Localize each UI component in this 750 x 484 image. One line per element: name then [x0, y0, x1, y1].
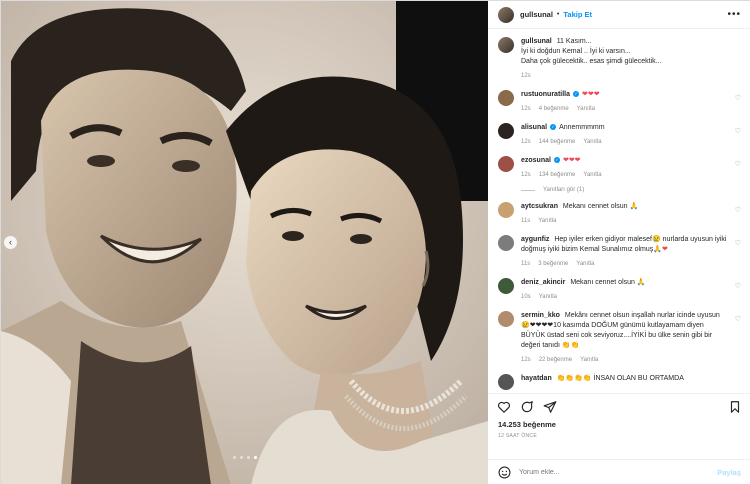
comment-item: aygunfiz Hep iyiler erken gidiyor malese…: [498, 235, 741, 269]
comment-time: 11s: [521, 261, 531, 267]
reply-button[interactable]: Yanıtla: [538, 216, 556, 226]
avatar[interactable]: [498, 202, 514, 218]
share-icon[interactable]: [543, 400, 557, 414]
carousel-dot: [240, 456, 243, 459]
caption-time: 12s: [521, 73, 531, 79]
carousel-dot-active: [254, 456, 257, 459]
avatar[interactable]: [498, 37, 514, 53]
comment-input[interactable]: [519, 469, 718, 476]
action-bar: [488, 394, 750, 414]
comment-time: 12s: [521, 139, 531, 145]
comment-hearts: ❤: [661, 246, 668, 253]
add-comment-bar: Paylaş: [488, 459, 750, 484]
avatar[interactable]: [498, 123, 514, 139]
comment-text: Hep iyiler erken gidiyor malesef😢 nurlar…: [521, 236, 727, 253]
comment-time: 12s: [521, 172, 531, 178]
comment-item: ezosunal ✓ ❤❤❤ 12s 134 beğenme Yanıtla ♡: [498, 156, 741, 180]
comment-username[interactable]: hayatdan: [521, 375, 552, 382]
heart-icon[interactable]: ♡: [735, 239, 741, 247]
avatar[interactable]: [498, 311, 514, 327]
comment-likes[interactable]: 3 beğenme: [538, 259, 568, 269]
heart-icon[interactable]: [497, 400, 511, 414]
comment-likes[interactable]: 144 beğenme: [539, 137, 576, 147]
comment-likes[interactable]: 134 beğenme: [539, 170, 576, 180]
likes-count[interactable]: 14.253 beğenme: [488, 414, 750, 429]
post-side-panel: gullsunal • Takip Et ••• gullsunal 11 Ka…: [488, 1, 750, 484]
avatar[interactable]: [498, 6, 514, 23]
more-options-icon[interactable]: •••: [727, 9, 741, 20]
separator: •: [556, 11, 560, 18]
comment-username[interactable]: aytcsukran: [521, 203, 558, 210]
comment-username[interactable]: ezosunal: [521, 157, 551, 164]
comment-item: sermin_kko Mekânı cennet olsun inşallah …: [498, 311, 741, 365]
emoji-icon[interactable]: [498, 466, 511, 479]
verified-badge-icon: ✓: [553, 157, 560, 164]
heart-icon[interactable]: ♡: [735, 282, 741, 290]
post-timestamp: 12 SAAT ÖNCE: [498, 433, 537, 439]
post-actions: 14.253 beğenme 12 SAAT ÖNCE Paylaş: [488, 393, 750, 484]
comments-list[interactable]: gullsunal 11 Kasım... İyi ki doğdun Kema…: [488, 29, 750, 391]
author-username[interactable]: gullsunal: [520, 10, 553, 19]
comment-username[interactable]: sermin_kko: [521, 312, 560, 319]
comment-icon[interactable]: [520, 400, 534, 414]
comment-time: 11s: [521, 218, 531, 224]
heart-icon[interactable]: ♡: [735, 206, 741, 214]
comment-item: aytcsukran Mekanı cennet olsun 🙏 11s Yan…: [498, 202, 741, 226]
comment-username[interactable]: alisunal: [521, 124, 547, 131]
heart-icon[interactable]: ♡: [735, 315, 741, 323]
comment-username[interactable]: aygunfiz: [521, 236, 549, 243]
post-comment-button[interactable]: Paylaş: [717, 468, 741, 477]
view-replies-button[interactable]: Yanıtları gör (1): [521, 187, 741, 193]
save-icon[interactable]: [728, 400, 742, 414]
avatar[interactable]: [498, 90, 514, 106]
comment-likes[interactable]: 4 beğenme: [539, 104, 569, 114]
post-dialog: ‹ gullsunal • Takip Et ••• gullsunal 11 …: [0, 0, 750, 484]
view-replies-label: Yanıtları gör (1): [543, 187, 585, 193]
caption: gullsunal 11 Kasım... İyi ki doğdun Kema…: [498, 37, 741, 81]
caption-username[interactable]: gullsunal: [521, 38, 552, 45]
divider: [521, 189, 535, 191]
comment-time: 12s: [521, 357, 531, 363]
comment-item: deniz_akincir Mekanı cennet olsun 🙏 10s …: [498, 278, 741, 302]
heart-icon[interactable]: ♡: [735, 160, 741, 168]
carousel-dot: [233, 456, 236, 459]
comment-item: hayatdan 👏👏👏👏 İNSAN OLAN BU ORTAMDA: [498, 374, 741, 390]
reply-button[interactable]: Yanıtla: [583, 170, 601, 180]
heart-icon[interactable]: ♡: [735, 94, 741, 102]
avatar[interactable]: [498, 235, 514, 251]
avatar[interactable]: [498, 374, 514, 390]
chevron-left-icon[interactable]: ‹: [4, 236, 17, 249]
verified-badge-icon: ✓: [550, 124, 557, 131]
avatar[interactable]: [498, 156, 514, 172]
comment-username[interactable]: rustuonuratilla: [521, 91, 570, 98]
comment-username[interactable]: deniz_akincir: [521, 279, 565, 286]
sepia-photo-image: [1, 1, 488, 484]
comment-item: alisunal ✓ Annemmmmm 12s 144 beğenme Yanıt…: [498, 123, 741, 147]
heart-icon[interactable]: ♡: [735, 127, 741, 135]
comment-time: 10s: [521, 294, 531, 300]
reply-button[interactable]: Yanıtla: [583, 137, 601, 147]
carousel-indicator: [233, 456, 257, 459]
post-photo: ‹: [1, 1, 488, 484]
comment-text: Annemmmmm: [559, 124, 605, 131]
verified-badge-icon: ✓: [573, 91, 580, 98]
avatar[interactable]: [498, 278, 514, 294]
comment-hearts: ❤❤❤: [582, 91, 600, 98]
comment-text: Mekanı cennet olsun 🙏: [562, 203, 639, 210]
reply-button[interactable]: Yanıtla: [580, 355, 598, 365]
post-header: gullsunal • Takip Et •••: [488, 1, 750, 29]
comment-time: 12s: [521, 106, 531, 112]
reply-button[interactable]: Yanıtla: [576, 259, 594, 269]
comment-item: rustuonuratilla ✓ ❤❤❤ 12s 4 beğenme Yanıtl…: [498, 90, 741, 114]
carousel-dot: [247, 456, 250, 459]
follow-button[interactable]: Takip Et: [563, 10, 592, 19]
reply-button[interactable]: Yanıtla: [577, 104, 595, 114]
comment-likes[interactable]: 22 beğenme: [539, 355, 572, 365]
comment-hearts: ❤❤❤: [562, 157, 581, 164]
reply-button[interactable]: Yanıtla: [539, 292, 557, 302]
comment-text: Mekanı cennet olsun 🙏: [570, 279, 646, 286]
comment-text: 👏👏👏👏 İNSAN OLAN BU ORTAMDA: [556, 375, 684, 382]
